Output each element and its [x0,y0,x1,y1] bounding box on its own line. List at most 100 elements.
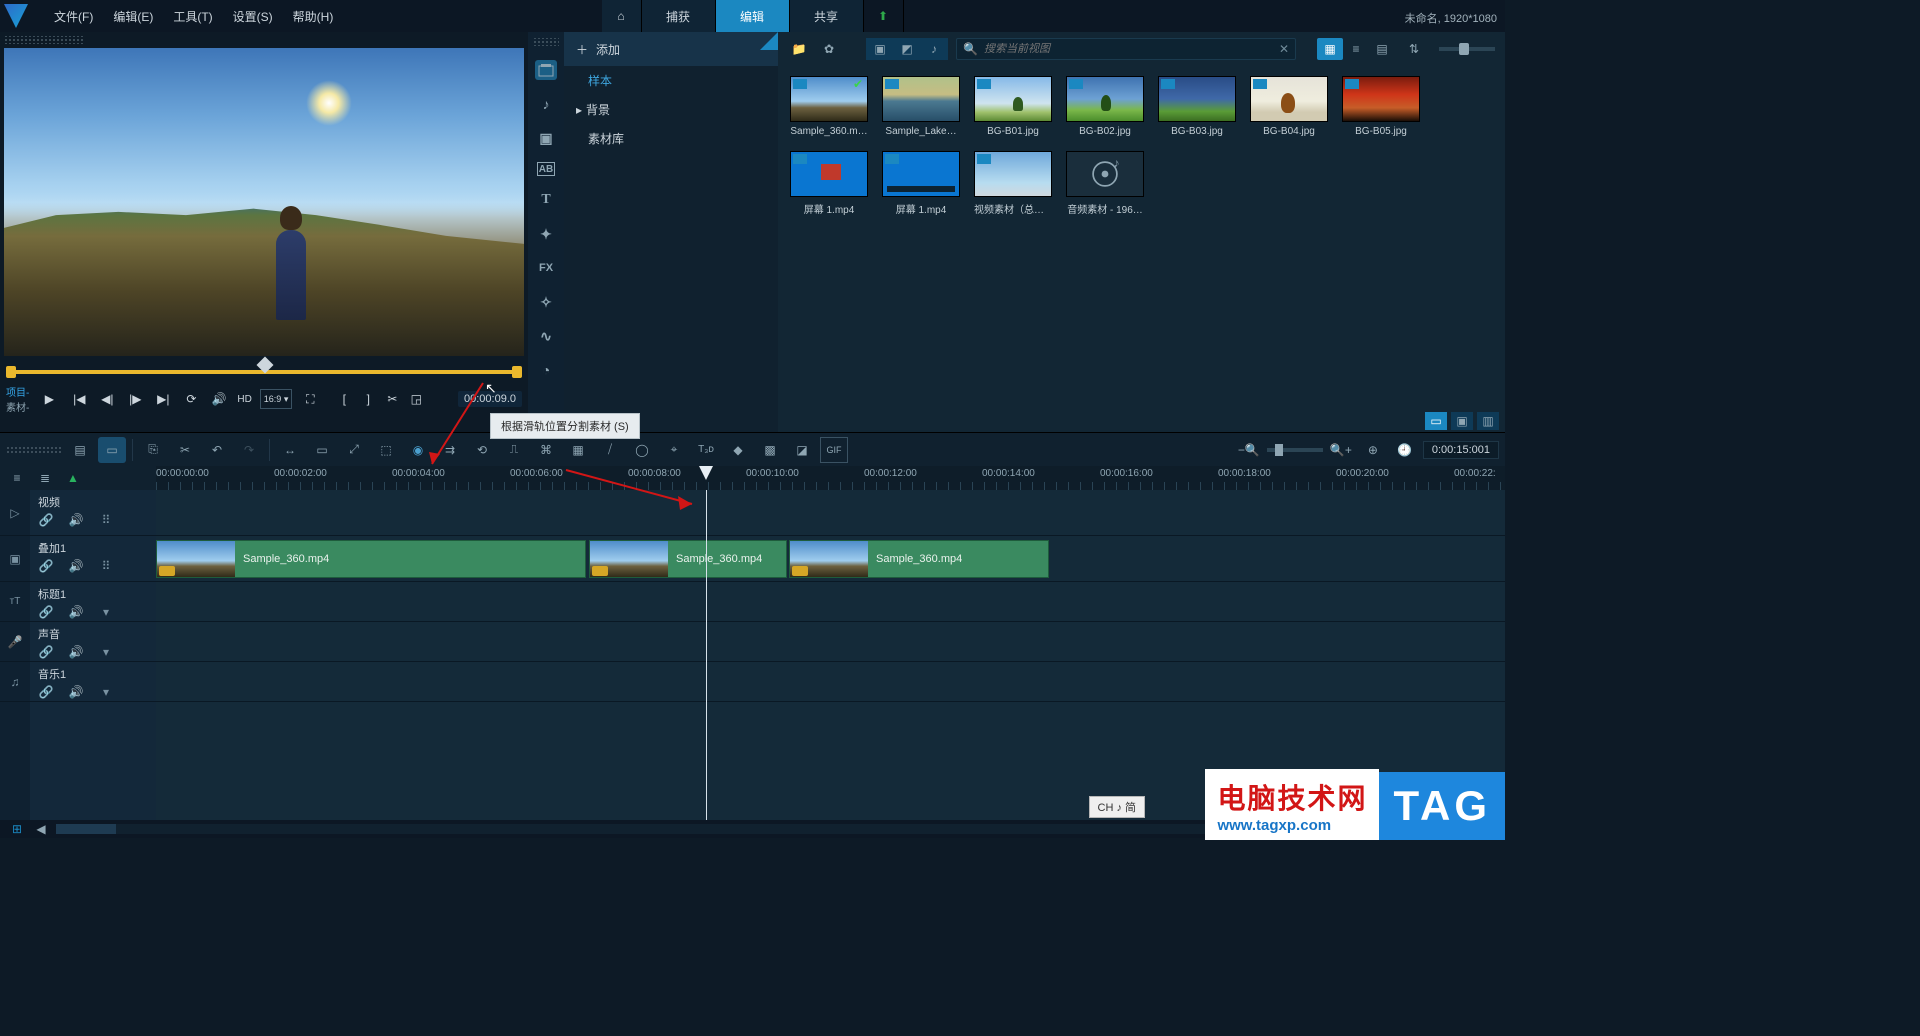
collapse-up-icon[interactable]: ▲ [64,469,82,487]
clear-icon[interactable]: ✕ [1279,42,1289,56]
type-music-icon[interactable]: ♫ [0,662,30,702]
chroma-icon[interactable]: ▩ [756,437,784,463]
color-tab-icon[interactable]: ✧ [535,292,557,312]
track-header[interactable]: 声音🔗🔊▾ [30,622,156,662]
library-item[interactable]: BG-B03.jpg [1158,76,1236,137]
split-button[interactable]: ✂ [382,389,402,409]
pan-icon[interactable]: ⤢ [340,437,368,463]
tab-capture[interactable]: 捕获 [642,0,716,32]
maximize-button[interactable]: ▭ [1463,0,1477,2]
fit-zoom-icon[interactable]: ⊕ [1359,437,1387,463]
library-item[interactable]: BG-B04.jpg [1250,76,1328,137]
corner-toggle-a-icon[interactable]: ▭ [1425,412,1447,430]
marker-tl-icon[interactable]: ◯ [628,437,656,463]
link-icon[interactable]: 🔗 [38,559,54,573]
tab-upload[interactable]: ⬆ [864,0,904,32]
track-header[interactable]: 视频🔗🔊⠿ [30,490,156,536]
filter-audio-icon[interactable]: ♪ [920,38,948,60]
speed-tab-icon[interactable]: ◔ [535,360,557,380]
gif-icon[interactable]: GIF [820,437,848,463]
stabilize-icon[interactable]: ⎍ [500,437,528,463]
track-row[interactable]: Sample_360.mp4Sample_360.mp4Sample_360.m… [156,536,1505,582]
tab-edit[interactable]: 编辑 [716,0,790,32]
fullscreen-button[interactable]: ⛶ [300,389,320,409]
mute-icon[interactable]: 🔊 [68,559,84,573]
volume-button[interactable]: 🔊 [209,389,229,409]
step-fwd-button[interactable]: |▶ [125,389,145,409]
library-item[interactable]: ✔Sample_360.m… [790,76,868,137]
fit-icon[interactable]: ↔ [276,437,304,463]
mute-icon[interactable]: 🔊 [68,605,84,619]
preview-mode-labels[interactable]: 项目- 素材- [6,384,29,414]
library-item[interactable]: BG-B05.jpg [1342,76,1420,137]
color-wheel-icon[interactable]: ◉ [404,437,432,463]
go-end-button[interactable]: ▶| [153,389,173,409]
sort-icon[interactable]: ⇅ [1403,38,1425,60]
more-icon[interactable]: ▾ [98,605,114,619]
filter-photo-icon[interactable]: ◩ [893,38,921,60]
add-media-button[interactable]: ＋ 添加 [564,32,778,66]
audio-tab-icon[interactable]: ♪ [535,94,557,114]
track-row[interactable] [156,490,1505,536]
type-voice-icon[interactable]: 🎤 [0,622,30,662]
project-icon[interactable]: ▭ [308,437,336,463]
mute-icon[interactable]: 🔊 [68,513,84,527]
link-icon[interactable]: 🔗 [38,685,54,699]
tree-library[interactable]: 素材库 [564,124,778,153]
speed-tl-icon[interactable]: ⇉ [436,437,464,463]
gear-icon[interactable]: ✿ [818,38,840,60]
transition-tab-icon[interactable]: ✦ [535,224,557,244]
ruler-playhead-marker-icon[interactable] [699,466,713,480]
search-input[interactable] [984,43,1273,55]
fx-tab-icon[interactable]: FX [535,258,557,278]
track-header[interactable]: 音乐1🔗🔊▾ [30,662,156,702]
cut-icon[interactable]: ✂ [171,437,199,463]
more-icon[interactable]: ⠿ [98,513,114,527]
menu-help[interactable]: 帮助(H) [283,4,344,29]
mark-in-button[interactable]: [ [334,389,354,409]
aspect-button[interactable]: 16:9 ▾ [260,389,293,409]
redo-icon[interactable]: ↷ [235,437,263,463]
panel-grip-icon[interactable] [6,446,62,454]
tree-background[interactable]: ▸背景 [564,95,778,124]
search-box[interactable]: 🔍 ✕ [956,38,1296,60]
copy-attr-icon[interactable]: ⎘ [139,437,167,463]
more-icon[interactable]: ⠿ [98,559,114,573]
library-item[interactable]: BG-B02.jpg [1066,76,1144,137]
go-start-button[interactable]: |◀ [69,389,89,409]
3d-title-icon[interactable]: T₃ᴅ [692,437,720,463]
zoom-in-icon[interactable]: 🔍+ [1327,437,1355,463]
type-title-icon[interactable]: ᴛT [0,582,30,622]
corner-toggle-b-icon[interactable]: ▣ [1451,412,1473,430]
mute-icon[interactable]: 🔊 [68,645,84,659]
track-header[interactable]: 标题1🔗🔊▾ [30,582,156,622]
menu-settings[interactable]: 设置(S) [223,4,283,29]
title-tab-icon[interactable]: T [535,190,557,210]
track-motion-icon[interactable]: ⌖ [660,437,688,463]
tree-sample[interactable]: 样本 [564,66,778,95]
step-back-button[interactable]: ◀| [97,389,117,409]
total-duration[interactable]: 0:00:15:001 [1423,441,1499,459]
type-overlay-icon[interactable]: ▣ [0,536,30,582]
storyboard-view-icon[interactable]: ▤ [66,437,94,463]
adjust-icon[interactable]: ◪ [788,437,816,463]
library-item[interactable]: 视频素材（总）… [974,151,1052,216]
link-icon[interactable]: 🔗 [38,645,54,659]
transition-tl-icon[interactable]: ⧸ [596,437,624,463]
loop-button[interactable]: ⟳ [181,389,201,409]
timeline-view-icon[interactable]: ▭ [98,437,126,463]
minimize-button[interactable]: — [1441,0,1455,2]
track-row[interactable] [156,622,1505,662]
mask-icon[interactable]: ◆ [724,437,752,463]
panel-grip-icon[interactable] [4,36,84,44]
path-tab-icon[interactable]: ∿ [535,326,557,346]
video-tab-icon[interactable]: ▣ [535,128,557,148]
view-thumb-icon[interactable]: ▦ [1317,38,1343,60]
mute-icon[interactable]: 🔊 [68,685,84,699]
mark-out-button[interactable]: ] [358,389,378,409]
timeline-menu-a-icon[interactable]: ≡ [8,469,26,487]
tab-home[interactable]: ⌂ [602,0,642,32]
timeline-ruler[interactable]: 00:00:00:0000:00:02:0000:00:04:0000:00:0… [156,466,1505,490]
corner-toggle-c-icon[interactable]: ▥ [1477,412,1499,430]
track-header[interactable]: 叠加1🔗🔊⠿ [30,536,156,582]
